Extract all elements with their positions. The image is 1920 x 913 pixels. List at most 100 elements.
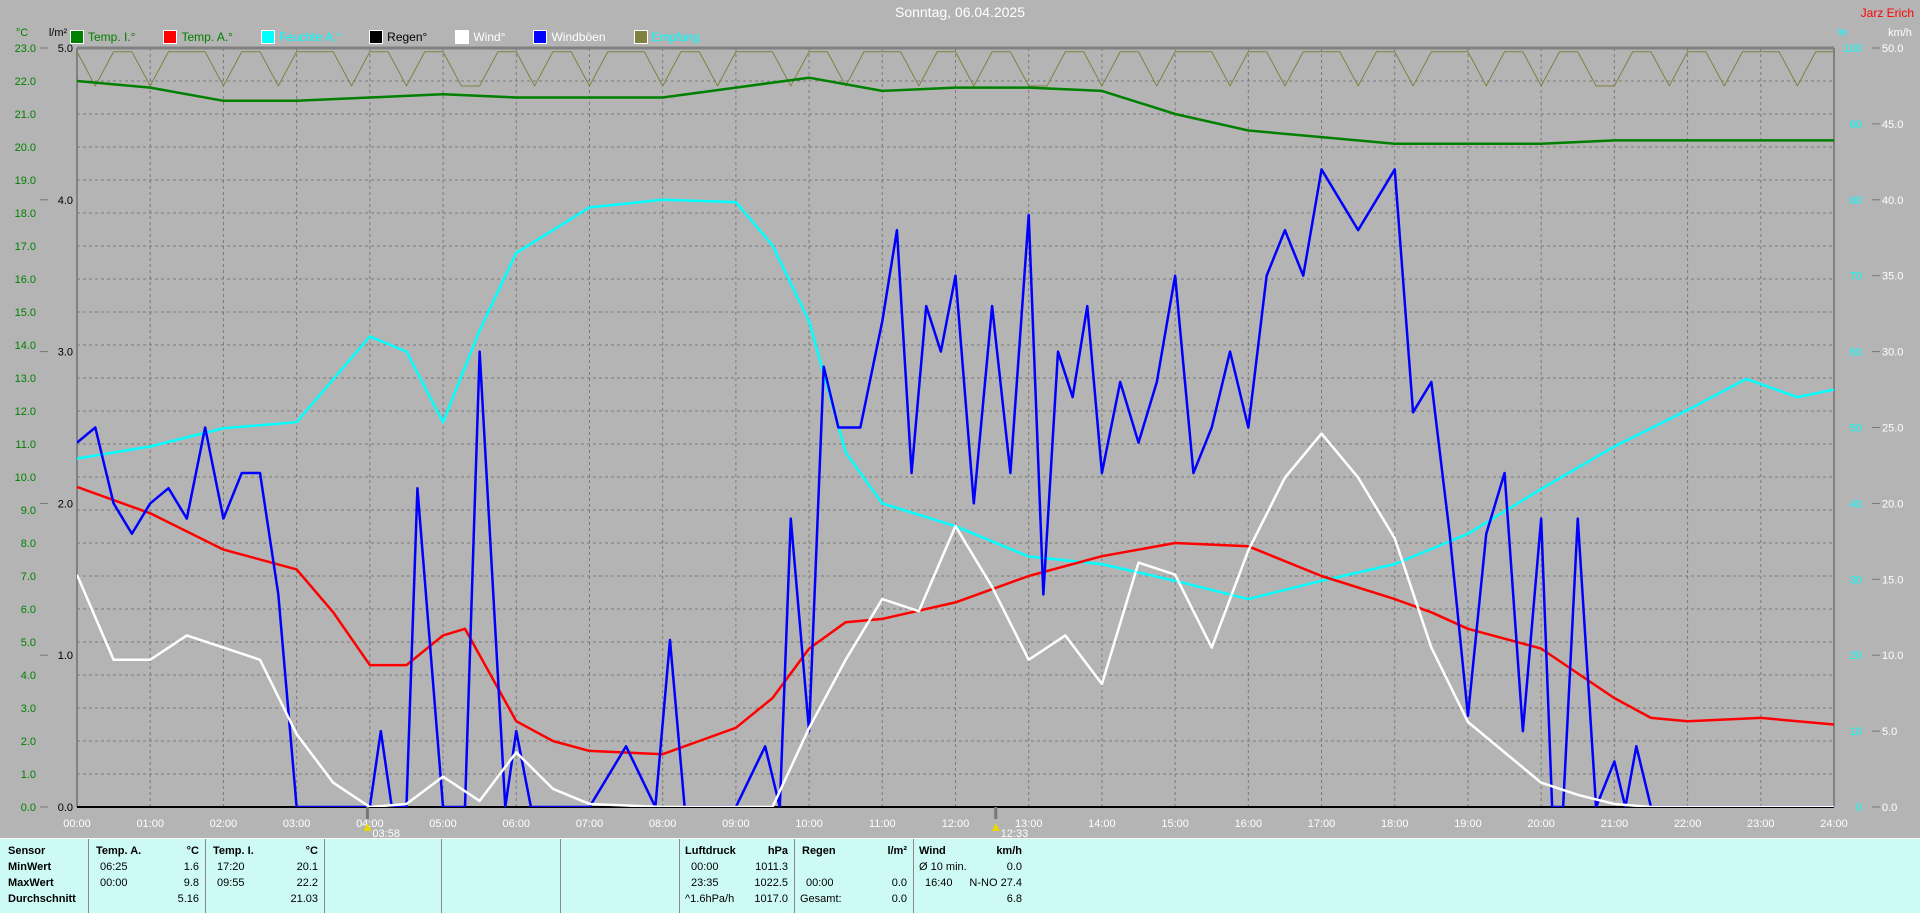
temp-a-max: 9.8 <box>183 877 199 889</box>
x-tick-label: 12:00 <box>942 818 970 830</box>
legend-swatch <box>633 30 648 44</box>
pressure-trend: ^1.6hPa/h <box>685 893 735 905</box>
temp-a-avg: 5.16 <box>177 893 199 905</box>
pressure-avg: 1017.0 <box>754 893 788 905</box>
humidity-tick-label: 60 <box>1850 347 1862 359</box>
row-label-avg: Durchschnitt <box>8 893 76 905</box>
pressure-header: Luftdruck <box>685 845 736 857</box>
marker-time: 03:58 <box>372 828 400 838</box>
temp-tick-label: 20.0 <box>15 142 36 154</box>
humidity-tick-label: 50 <box>1850 423 1862 435</box>
wind-tick-label: 45.0 <box>1882 119 1903 131</box>
wind-avg: 6.8 <box>1006 893 1022 905</box>
sensor-column: Sensor MinWert MaxWert Durchschnitt <box>0 839 89 913</box>
x-tick-label: 19:00 <box>1454 818 1482 830</box>
humidity-tick-label: 40 <box>1850 498 1862 510</box>
x-tick-label: 22:00 <box>1674 818 1702 830</box>
wind-tick-label: 30.0 <box>1882 347 1903 359</box>
legend-swatch <box>533 30 548 44</box>
rain-axis-label: l/m² <box>49 27 68 39</box>
x-tick-label: 15:00 <box>1161 818 1189 830</box>
wind-column: Wind km/h Ø 10 min. 0.0 16:40 N-NO 27.4 … <box>913 839 1028 913</box>
temp-i-unit: °C <box>305 845 318 857</box>
wind-axis-label: km/h <box>1888 27 1912 39</box>
humidity-tick-label: 90 <box>1850 119 1862 131</box>
x-tick-label: 02:00 <box>210 818 238 830</box>
legend-item[interactable]: Regen° <box>369 30 427 44</box>
row-label-min: MinWert <box>8 861 52 873</box>
legend-label: Temp. A.° <box>181 30 233 44</box>
sensor-header: Sensor <box>8 845 46 857</box>
empty-column <box>441 839 561 913</box>
temp-i-column: Temp. I. °C 17:20 20.1 09:55 22.2 21.03 <box>205 839 325 913</box>
temp-a-column: Temp. A. °C 06:25 1.6 00:00 9.8 5.16 <box>88 839 206 913</box>
temp-tick-label: 16.0 <box>15 274 36 286</box>
legend-swatch <box>163 30 178 44</box>
empty-column <box>324 839 442 913</box>
temp-i-min-time: 17:20 <box>217 861 245 873</box>
wind-tick-label: 50.0 <box>1882 43 1903 55</box>
rain-tick-label: 3.0 <box>58 347 73 359</box>
temp-i-header: Temp. I. <box>213 845 254 857</box>
marker-time: 12:33 <box>1001 828 1029 838</box>
temp-tick-label: 0.0 <box>21 802 36 814</box>
x-tick-label: 05:00 <box>429 818 457 830</box>
x-tick-label: 09:00 <box>722 818 750 830</box>
pressure-min: 1011.3 <box>755 861 788 873</box>
wind-avg10: 0.0 <box>1006 861 1022 873</box>
wind-tick-label: 35.0 <box>1882 271 1903 283</box>
legend-label: Empfang <box>651 30 700 44</box>
temp-tick-label: 7.0 <box>21 571 36 583</box>
x-tick-label: 14:00 <box>1088 818 1116 830</box>
wind-tick-label: 40.0 <box>1882 195 1903 207</box>
x-tick-label: 24:00 <box>1820 818 1848 830</box>
temp-tick-label: 17.0 <box>15 241 36 253</box>
temp-tick-label: 21.0 <box>15 109 36 121</box>
legend-swatch <box>369 30 384 44</box>
legend-label: Wind° <box>473 30 506 44</box>
x-tick-label: 06:00 <box>502 818 530 830</box>
row-label-max: MaxWert <box>8 877 54 889</box>
temp-tick-label: 14.0 <box>15 340 36 352</box>
x-tick-label: 20:00 <box>1527 818 1555 830</box>
x-tick-label: 23:00 <box>1747 818 1775 830</box>
legend-label: Feuchte A.° <box>278 30 342 44</box>
wind-max-time: 16:40 <box>925 877 953 889</box>
temp-i-min: 20.1 <box>296 861 318 873</box>
legend: Temp. I.° Temp. A.° Feuchte A.° Regen° Wind°… <box>70 30 728 44</box>
legend-item[interactable]: Feuchte A.° <box>260 30 342 44</box>
legend-label: Windböen <box>551 30 606 44</box>
humidity-tick-label: 20 <box>1850 650 1862 662</box>
legend-item[interactable]: Windböen <box>533 30 606 44</box>
humidity-tick-label: 10 <box>1850 726 1862 738</box>
temp-a-unit: °C <box>186 845 199 857</box>
temp-tick-label: 1.0 <box>21 769 36 781</box>
temp-a-min: 1.6 <box>183 861 199 873</box>
legend-swatch <box>260 30 275 44</box>
rain-tick-label: 5.0 <box>58 43 73 55</box>
x-tick-label: 18:00 <box>1381 818 1409 830</box>
temp-i-max-time: 09:55 <box>217 877 245 889</box>
temp-tick-label: 2.0 <box>21 736 36 748</box>
humidity-tick-label: 0 <box>1856 802 1862 814</box>
temp-tick-label: 10.0 <box>15 472 36 484</box>
pressure-unit: hPa <box>767 845 788 857</box>
rain-unit: l/m² <box>887 845 907 857</box>
legend-item[interactable]: Wind° <box>455 30 505 44</box>
x-tick-label: 07:00 <box>576 818 604 830</box>
x-tick-label: 16:00 <box>1235 818 1263 830</box>
wind-max: N-NO 27.4 <box>969 877 1022 889</box>
humidity-axis-label: % <box>1837 27 1847 39</box>
pressure-column: Luftdruck hPa 00:00 1011.3 23:35 1022.5 … <box>679 839 795 913</box>
legend-item[interactable]: Empfang <box>633 30 700 44</box>
legend-item[interactable]: Temp. I.° <box>70 30 135 44</box>
temp-tick-label: 9.0 <box>21 505 36 517</box>
temp-tick-label: 22.0 <box>15 76 36 88</box>
weather-chart: °C 0.0 1.0 2.0 3.0 4.0 5.0 6.0 7.0 8.0 9.0 10.0 11.0… <box>15 27 1912 838</box>
temp-i-max: 22.2 <box>296 877 318 889</box>
rain-total: 0.0 <box>891 893 907 905</box>
pressure-max: 1022.5 <box>754 877 788 889</box>
wind-avg10-label: Ø 10 min. <box>919 861 967 873</box>
legend-item[interactable]: Temp. A.° <box>163 30 233 44</box>
rain-column: Regen l/m² 00:00 0.0 Gesamt: 0.0 <box>794 839 914 913</box>
